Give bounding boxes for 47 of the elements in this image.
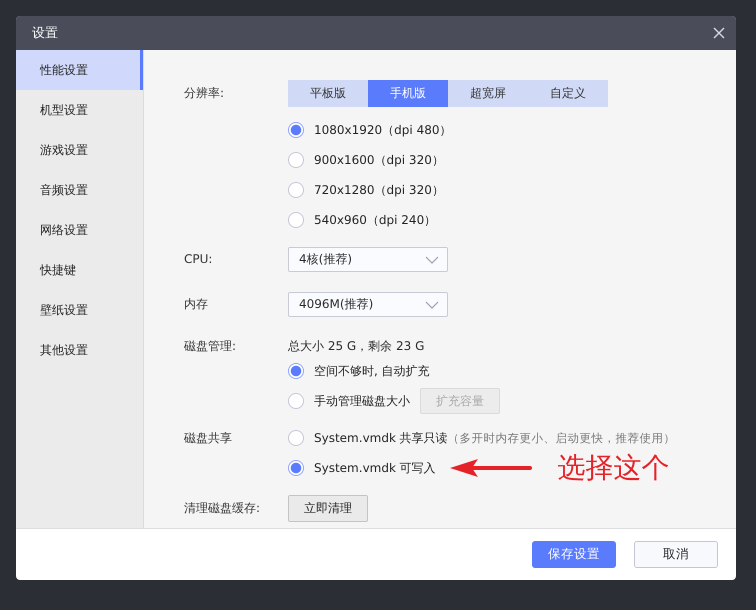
radio-button[interactable] xyxy=(288,182,304,198)
sidebar-item[interactable]: 其他设置 xyxy=(16,330,143,370)
field-label: 磁盘管理: xyxy=(184,338,236,354)
option-label: 900x1600（dpi 320） xyxy=(314,152,444,168)
sidebar-item[interactable]: 游戏设置 xyxy=(16,130,143,170)
save-button[interactable]: 保存设置 xyxy=(532,541,616,568)
dropdown[interactable]: 4096M(推荐) xyxy=(288,292,448,317)
option-label: System.vmdk 共享只读 xyxy=(314,430,448,446)
option-note: （多开时内存更小、启动更快，推荐使用） xyxy=(448,430,676,446)
radio-button[interactable] xyxy=(288,460,304,476)
radio-button[interactable] xyxy=(288,430,304,446)
radio-button[interactable] xyxy=(288,152,304,168)
option-label: 1080x1920（dpi 480） xyxy=(314,122,452,138)
dropdown[interactable]: 4核(推荐) xyxy=(288,247,448,272)
sidebar-item[interactable]: 音频设置 xyxy=(16,170,143,210)
arrow-icon xyxy=(450,458,532,478)
disk-info: 总大小 25 G，剩余 23 G xyxy=(288,338,424,354)
window-title: 设置 xyxy=(32,25,58,42)
field-label: 清理磁盘缓存: xyxy=(184,500,260,517)
chevron-down-icon xyxy=(425,256,439,264)
sidebar-item[interactable]: 壁纸设置 xyxy=(16,290,143,330)
close-icon[interactable] xyxy=(712,26,726,40)
annotation-text: 选择这个 xyxy=(558,453,670,483)
radio-button[interactable] xyxy=(288,363,304,379)
sidebar-item[interactable]: 网络设置 xyxy=(16,210,143,250)
field-label: 磁盘共享 xyxy=(184,430,232,447)
field-label: CPU: xyxy=(184,251,212,268)
sidebar-item[interactable]: 性能设置 xyxy=(16,50,143,90)
field-label: 内存 xyxy=(184,296,208,313)
sidebar-item[interactable]: 机型设置 xyxy=(16,90,143,130)
tab[interactable]: 平板版 xyxy=(288,80,368,107)
option-label: System.vmdk 可写入 xyxy=(314,460,436,476)
option-label: 720x1280（dpi 320） xyxy=(314,182,444,198)
option-label: 手动管理磁盘大小 xyxy=(314,392,410,410)
chevron-down-icon xyxy=(425,300,439,308)
cancel-button[interactable]: 取消 xyxy=(634,541,718,568)
radio-button[interactable] xyxy=(288,122,304,138)
radio-button[interactable] xyxy=(288,212,304,228)
radio-button[interactable] xyxy=(288,393,304,409)
sidebar-item[interactable]: 快捷键 xyxy=(16,250,143,290)
field-label: 分辨率: xyxy=(184,85,224,102)
tab[interactable]: 手机版 xyxy=(368,80,448,107)
clear-button[interactable]: 立即清理 xyxy=(288,495,368,522)
option-label: 空间不够时, 自动扩充 xyxy=(314,362,430,380)
tab[interactable]: 自定义 xyxy=(528,80,608,107)
tab[interactable]: 超宽屏 xyxy=(448,80,528,107)
option-label: 540x960（dpi 240） xyxy=(314,212,436,228)
